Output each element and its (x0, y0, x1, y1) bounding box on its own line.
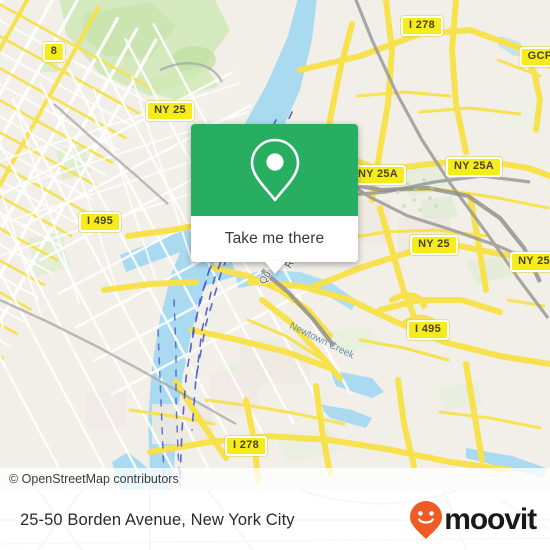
map-page: Qu Rd Newtown Creek I 278 GCP 8 NY 25 NY… (0, 0, 550, 550)
highway-shield[interactable]: GCP (519, 47, 550, 67)
highway-shield[interactable]: 8 (42, 42, 66, 62)
popup-cta-area[interactable]: Take me there (191, 216, 358, 262)
moovit-logo[interactable]: moovit (409, 500, 537, 540)
openstreetmap-attribution[interactable]: © OpenStreetMap contributors (9, 472, 179, 486)
popup-pointer-tail (263, 261, 286, 274)
moovit-wordmark: moovit (444, 503, 537, 536)
highway-shield[interactable]: NY 25 (146, 101, 194, 121)
map-attribution-bar: © OpenStreetMap contributors (0, 468, 550, 490)
highway-shield[interactable]: NY 25 (510, 252, 550, 272)
highway-shield[interactable]: I 278 (401, 16, 443, 36)
take-me-there-button[interactable]: Take me there (225, 230, 325, 248)
location-popup-card[interactable]: Take me there (191, 124, 358, 274)
footer-bar: 25-50 Borden Avenue, New York City moovi… (0, 490, 550, 550)
highway-shield[interactable]: I 278 (225, 436, 267, 456)
map-canvas[interactable]: Qu Rd Newtown Creek I 278 GCP 8 NY 25 NY… (0, 0, 550, 490)
map-pin-icon (249, 137, 301, 203)
popup-pin-area (191, 124, 358, 216)
highway-shield[interactable]: NY 25A (349, 165, 407, 185)
highway-shield[interactable]: I 495 (79, 212, 121, 232)
moovit-smiley-pin-icon (409, 500, 443, 540)
highway-shield[interactable]: I 495 (407, 320, 449, 340)
highway-shield[interactable]: NY 25A (445, 157, 503, 177)
page-title-address: 25-50 Borden Avenue, New York City (20, 510, 295, 529)
highway-shield[interactable]: NY 25 (410, 235, 458, 255)
